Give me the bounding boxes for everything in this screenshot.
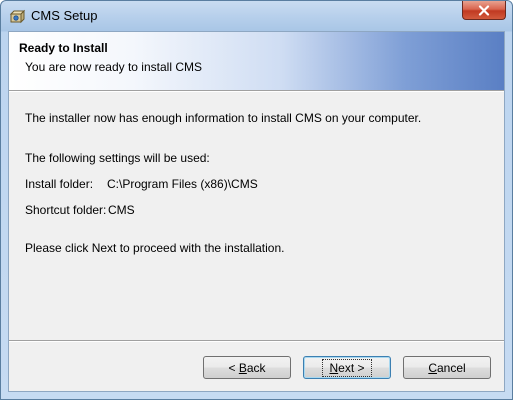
banner-divider-highlight [9, 91, 504, 92]
install-folder-label: Install folder: [25, 177, 94, 191]
shortcut-folder-label: Shortcut folder: [25, 203, 107, 217]
banner-subtitle: You are now ready to install CMS [25, 60, 202, 74]
instruction-text: Please click Next to proceed with the in… [25, 241, 285, 255]
next-mnemonic: N [329, 360, 339, 375]
header-banner: Ready to Install You are now ready to in… [9, 32, 504, 90]
installer-box-icon [9, 9, 25, 24]
close-button[interactable] [462, 1, 506, 20]
title-bar[interactable]: CMS Setup [1, 1, 512, 31]
cancel-mnemonic: C [428, 360, 437, 375]
next-button-label: Next > [322, 358, 372, 377]
shortcut-folder-value: CMS [108, 203, 135, 217]
window-title: CMS Setup [31, 8, 98, 23]
cancel-button-label: Cancel [428, 360, 466, 375]
intro-text: The installer now has enough information… [25, 111, 422, 125]
cancel-button[interactable]: Cancel [403, 356, 491, 379]
dialog-client-area: Ready to Install You are now ready to in… [8, 31, 505, 392]
setup-window: CMS Setup Ready to Install You are now r… [0, 0, 513, 400]
back-button[interactable]: < Back [203, 356, 291, 379]
settings-heading: The following settings will be used: [25, 151, 210, 165]
close-icon [478, 4, 490, 16]
next-button[interactable]: Next > [303, 356, 391, 379]
back-mnemonic: B [238, 360, 247, 375]
install-folder-value: C:\Program Files (x86)\CMS [107, 177, 258, 191]
banner-title: Ready to Install [19, 41, 108, 55]
footer-divider-highlight [9, 341, 504, 342]
back-button-label: < Back [228, 360, 266, 375]
